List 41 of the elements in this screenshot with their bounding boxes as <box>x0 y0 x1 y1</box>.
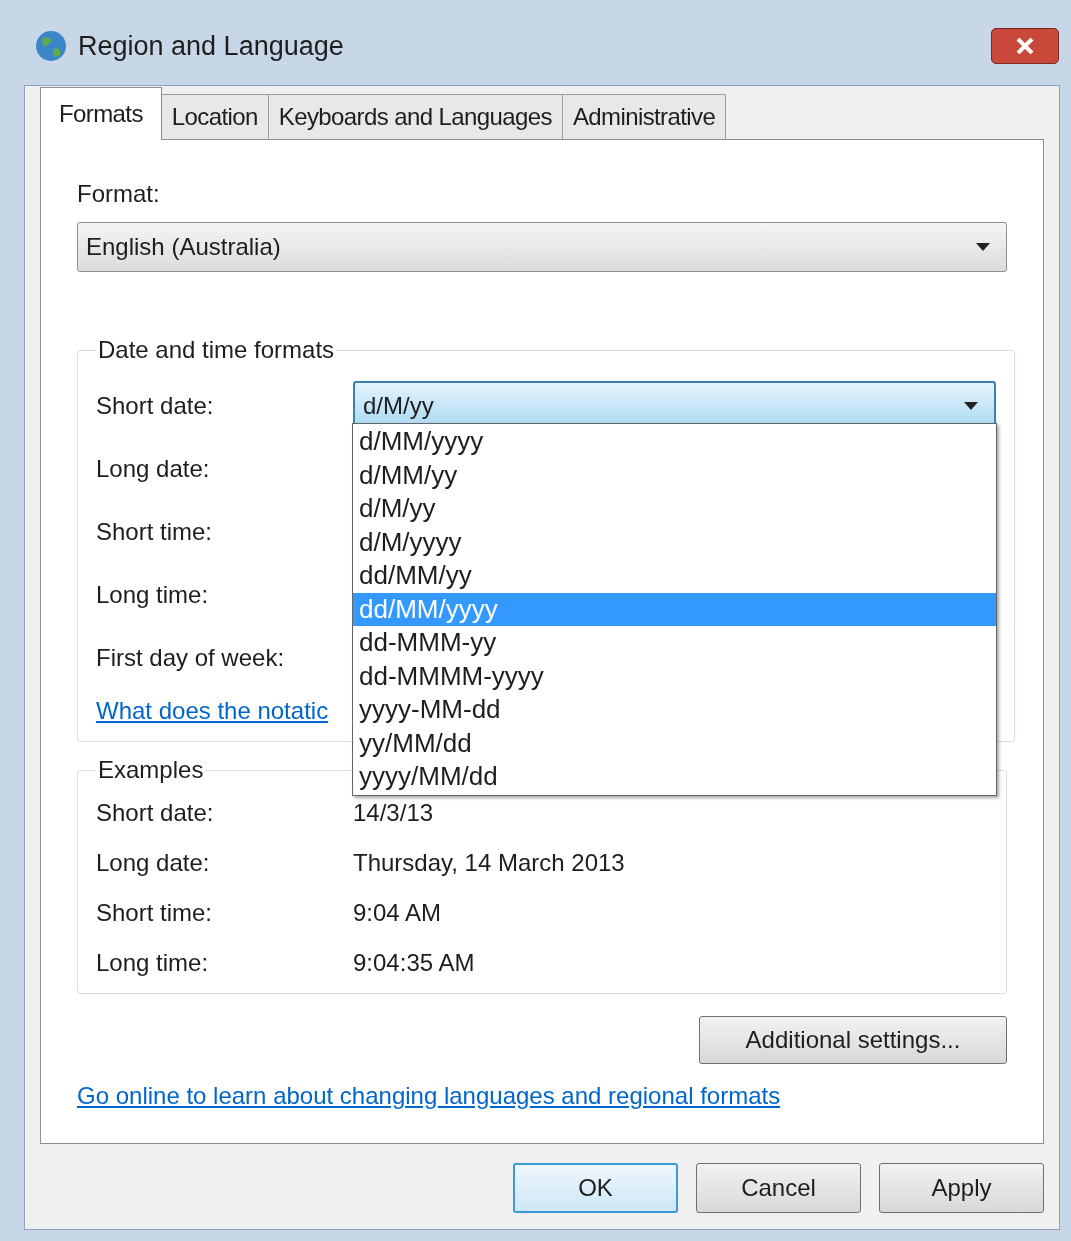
close-button[interactable] <box>991 28 1059 64</box>
format-dropdown[interactable]: English (Australia) <box>77 222 1007 272</box>
example-label: Long date: <box>96 848 211 878</box>
dialog-button[interactable]: Cancel <box>696 1163 861 1213</box>
example-value: 14/3/13 <box>353 798 434 828</box>
field-label: Format: <box>77 179 161 209</box>
example-label: Long time: <box>96 948 210 978</box>
example-label: Short date: <box>96 798 215 828</box>
tab[interactable]: Administrative <box>561 94 727 139</box>
field-label: Short time: <box>96 516 214 547</box>
dialog-button[interactable]: OK <box>513 1163 678 1213</box>
additional-settings-button[interactable]: Additional settings... <box>699 1016 1007 1064</box>
tab[interactable]: Keyboards and Languages <box>267 94 563 139</box>
field-label: Long time: <box>96 579 210 610</box>
dropdown-option[interactable]: dd/MM/yy <box>353 559 996 593</box>
close-icon <box>1016 38 1034 54</box>
example-label: Short time: <box>96 898 214 928</box>
group-title: Examples <box>98 756 204 783</box>
field-label: Long date: <box>96 453 211 484</box>
caret-icon <box>964 401 978 410</box>
field-label: Short date: <box>96 390 215 421</box>
example-value: Thursday, 14 March 2013 <box>353 848 625 878</box>
tab[interactable]: Location <box>160 94 269 139</box>
dropdown-option[interactable]: d/M/yy <box>353 492 996 526</box>
example-value: 9:04 AM <box>353 898 442 928</box>
globe-icon <box>34 29 68 63</box>
online-link[interactable]: Go online to learn about changing languages and regional formats <box>77 1078 1007 1114</box>
example-value: 9:04:35 AM <box>353 948 475 978</box>
dropdown-option[interactable]: dd-MMMM-yyyy <box>353 659 996 693</box>
dialog-button[interactable]: Apply <box>879 1163 1044 1213</box>
dropdown-option[interactable]: d/MM/yy <box>353 458 996 492</box>
tab[interactable]: Formats <box>40 87 162 140</box>
window-title: Region and Language <box>78 29 344 63</box>
field-label: First day of week: <box>96 642 286 673</box>
dropdown-option[interactable]: yy/MM/dd <box>353 726 996 760</box>
caret-icon <box>976 243 990 251</box>
group-title: Date and time formats <box>98 336 335 363</box>
dropdown-option[interactable]: dd-MMM-yy <box>353 626 996 660</box>
dropdown-option[interactable]: yyyy/MM/dd <box>353 760 996 794</box>
dropdown-option[interactable]: yyyy-MM-dd <box>353 693 996 727</box>
dropdown-option[interactable]: d/M/yyyy <box>353 525 996 559</box>
